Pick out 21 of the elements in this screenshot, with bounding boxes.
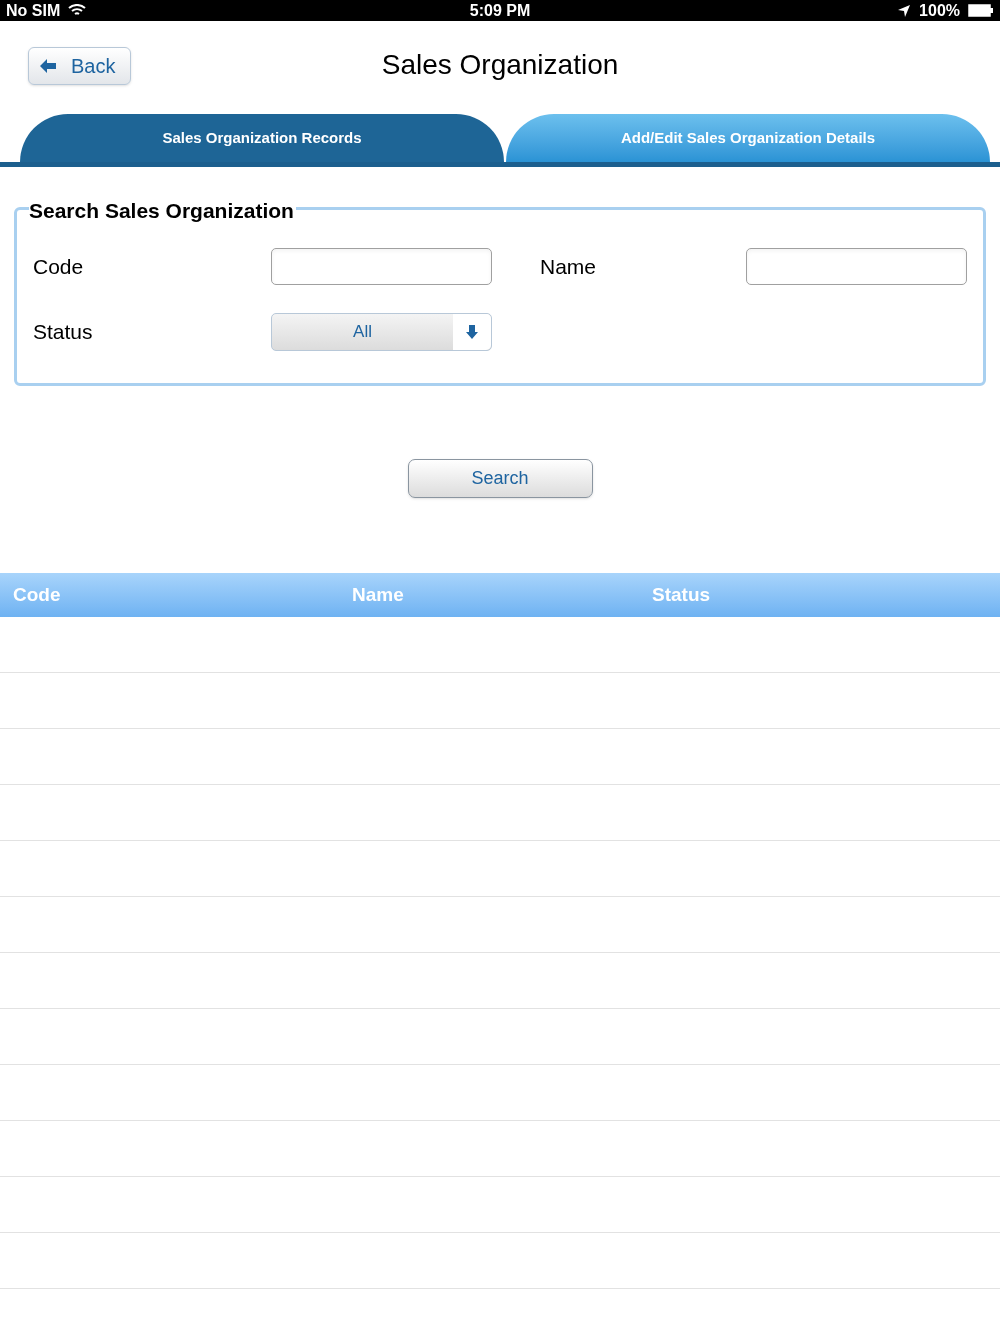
name-input[interactable]: [746, 248, 967, 285]
status-label: Status: [33, 319, 94, 346]
location-arrow-icon: [897, 3, 912, 18]
wifi-icon: [68, 4, 87, 17]
carrier-text: No SIM: [6, 0, 61, 21]
clock-text: 5:09 PM: [469, 0, 531, 21]
down-arrow-icon: [465, 324, 479, 340]
battery-icon: [968, 4, 994, 17]
column-header: Name: [352, 582, 405, 607]
code-input[interactable]: [271, 248, 492, 285]
page-title: Sales Organization: [381, 48, 619, 82]
column-header: Status: [652, 582, 711, 607]
tab[interactable]: Sales Organization Records: [20, 114, 504, 162]
search-button[interactable]: Search: [407, 459, 593, 498]
status-dropdown[interactable]: All: [271, 313, 492, 351]
back-button[interactable]: Back: [28, 47, 131, 85]
battery-text: 100%: [919, 0, 960, 21]
left-arrow-icon: [39, 58, 57, 74]
column-header: Code: [13, 582, 62, 607]
name-label: Name: [540, 253, 598, 280]
code-label: Code: [33, 253, 85, 280]
